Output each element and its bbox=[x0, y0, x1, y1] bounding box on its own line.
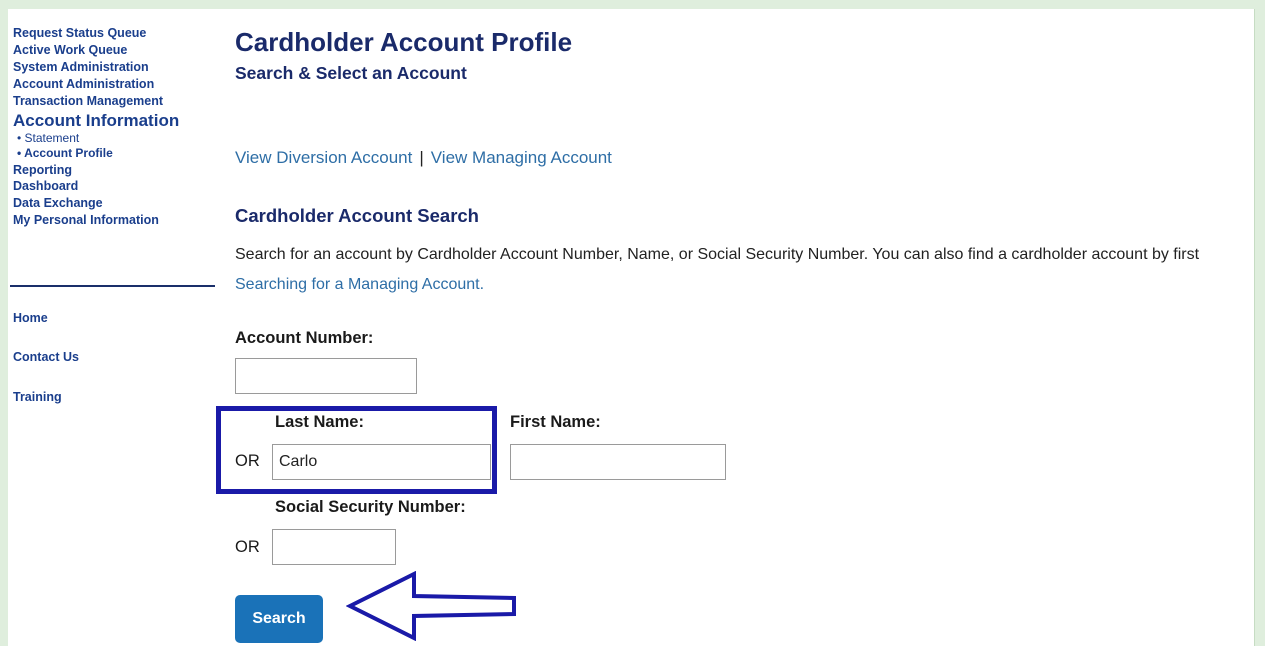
sidebar-item-transaction-management[interactable]: Transaction Management bbox=[13, 93, 223, 110]
search-description: Search for an account by Cardholder Acco… bbox=[235, 240, 1240, 300]
sidebar-item-my-personal-information[interactable]: My Personal Information bbox=[13, 212, 223, 229]
search-section-heading: Cardholder Account Search bbox=[235, 205, 479, 226]
ssn-label: Social Security Number: bbox=[275, 498, 466, 516]
sidebar-link-contact-us[interactable]: Contact Us bbox=[13, 349, 79, 366]
sidebar-item-dashboard[interactable]: Dashboard bbox=[13, 178, 223, 195]
sidebar-nav: Request Status Queue Active Work Queue S… bbox=[13, 25, 223, 229]
account-number-input[interactable] bbox=[235, 358, 417, 394]
ssn-input[interactable] bbox=[272, 529, 396, 565]
window-frame-right-border bbox=[1254, 9, 1255, 646]
window-frame-left bbox=[0, 0, 8, 646]
sidebar-item-reporting[interactable]: Reporting bbox=[13, 162, 223, 179]
view-diversion-account-link[interactable]: View Diversion Account bbox=[235, 148, 412, 167]
sidebar-divider bbox=[10, 285, 215, 287]
sidebar-subitem-account-profile[interactable]: • Account Profile bbox=[13, 146, 223, 162]
search-button[interactable]: Search bbox=[235, 595, 323, 643]
page-subtitle: Search & Select an Account bbox=[235, 63, 467, 83]
left-arrow-icon bbox=[346, 571, 516, 641]
sidebar-item-request-status-queue[interactable]: Request Status Queue bbox=[13, 25, 223, 42]
first-name-label: First Name: bbox=[510, 413, 601, 431]
or-label-ssn: OR bbox=[235, 538, 260, 556]
sidebar-subitem-statement[interactable]: • Statement bbox=[13, 131, 223, 147]
window-frame-right bbox=[1255, 0, 1265, 646]
sidebar-item-active-work-queue[interactable]: Active Work Queue bbox=[13, 42, 223, 59]
account-number-label: Account Number: bbox=[235, 329, 374, 347]
searching-managing-account-link[interactable]: Searching for a Managing Account. bbox=[235, 276, 484, 293]
sidebar-link-training[interactable]: Training bbox=[13, 389, 62, 406]
sidebar-item-account-administration[interactable]: Account Administration bbox=[13, 76, 223, 93]
search-description-text: Search for an account by Cardholder Acco… bbox=[235, 246, 1200, 263]
sidebar-item-system-administration[interactable]: System Administration bbox=[13, 59, 223, 76]
sidebar-link-home[interactable]: Home bbox=[13, 310, 48, 327]
page-title: Cardholder Account Profile bbox=[235, 27, 573, 57]
link-separator: | bbox=[419, 148, 424, 167]
account-view-links: View Diversion Account | View Managing Acc… bbox=[235, 148, 612, 168]
view-managing-account-link[interactable]: View Managing Account bbox=[431, 148, 612, 167]
first-name-input[interactable] bbox=[510, 444, 726, 480]
sidebar-item-data-exchange[interactable]: Data Exchange bbox=[13, 195, 223, 212]
sidebar-section-account-information[interactable]: Account Information bbox=[13, 110, 223, 131]
last-name-highlight-box bbox=[216, 406, 497, 494]
window-frame-top bbox=[0, 0, 1265, 9]
